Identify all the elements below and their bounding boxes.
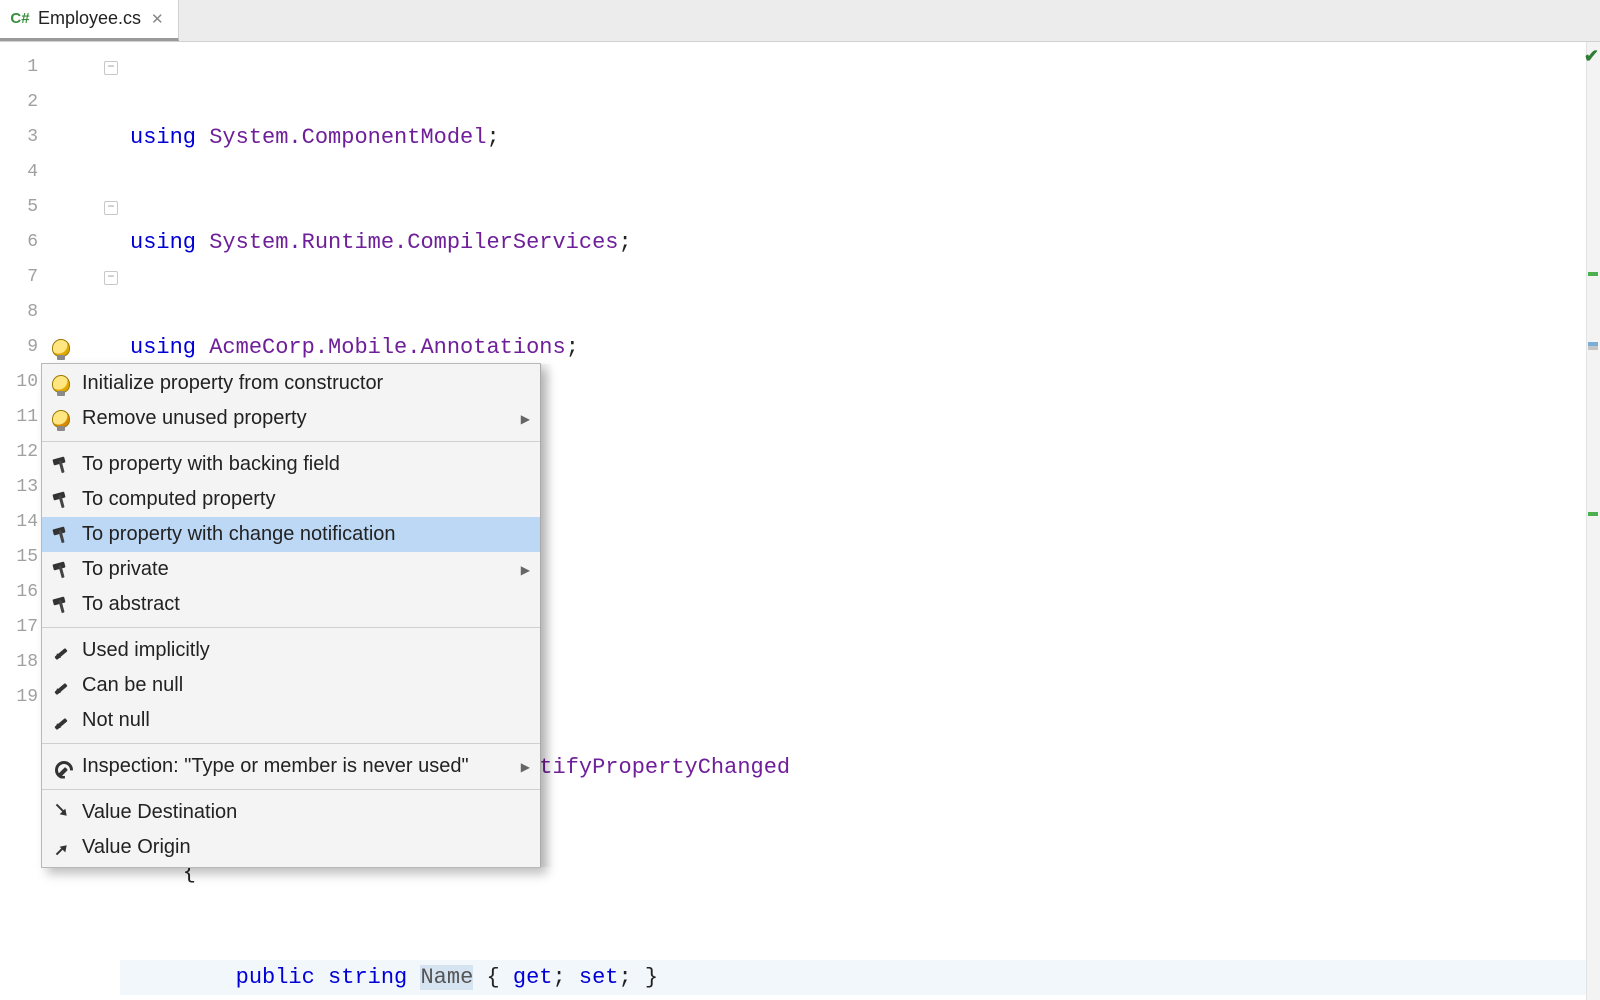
fold-toggle-icon[interactable]: −: [104, 201, 118, 215]
arrow-down-right-icon: [52, 804, 70, 822]
line-number[interactable]: 4: [0, 155, 46, 190]
menu-item[interactable]: Not null: [42, 703, 540, 738]
submenu-indicator-icon: [521, 760, 530, 774]
menu-separator: [42, 627, 540, 628]
pencil-icon: [52, 677, 70, 695]
fold-toggle-icon[interactable]: −: [104, 271, 118, 285]
menu-item-label: To abstract: [82, 593, 180, 616]
keyword: set: [579, 965, 619, 990]
menu-item[interactable]: To abstract: [42, 587, 540, 622]
hammer-icon: [52, 526, 70, 544]
namespace: System.ComponentModel: [209, 125, 486, 150]
line-number[interactable]: 17: [0, 610, 46, 645]
menu-item[interactable]: Initialize property from constructor: [42, 366, 540, 401]
menu-item-label: Value Destination: [82, 801, 237, 824]
quick-actions-menu: Initialize property from constructor Remo…: [41, 363, 541, 868]
lightbulb-icon: [52, 375, 70, 393]
punct: ;: [619, 965, 645, 990]
line-number[interactable]: 8: [0, 295, 46, 330]
menu-item[interactable]: Remove unused property: [42, 401, 540, 436]
menu-separator: [42, 789, 540, 790]
menu-item[interactable]: To property with backing field: [42, 447, 540, 482]
menu-item[interactable]: Inspection: "Type or member is never use…: [42, 749, 540, 784]
line-number[interactable]: 7: [0, 260, 46, 295]
menu-item-label: Value Origin: [82, 836, 191, 859]
menu-item[interactable]: Value Destination: [42, 795, 540, 830]
menu-item[interactable]: Used implicitly: [42, 633, 540, 668]
wrench-icon: [52, 758, 70, 776]
selected-identifier: Name: [420, 965, 473, 990]
menu-item-label: Not null: [82, 709, 150, 732]
menu-item-label: Inspection: "Type or member is never use…: [82, 755, 469, 778]
close-tab-button[interactable]: ✕: [149, 10, 166, 28]
line-number[interactable]: 9: [0, 330, 46, 365]
fold-toggle-icon[interactable]: −: [104, 61, 118, 75]
punct: ;: [486, 125, 499, 150]
line-number[interactable]: 14: [0, 505, 46, 540]
marker-strip[interactable]: ✔: [1586, 42, 1600, 1000]
tab-bar: C# Employee.cs ✕: [0, 0, 1600, 42]
menu-separator: [42, 441, 540, 442]
menu-separator: [42, 743, 540, 744]
line-number[interactable]: 1: [0, 50, 46, 85]
analysis-ok-icon: ✔: [1584, 46, 1599, 67]
file-name-label: Employee.cs: [38, 8, 141, 29]
punct: {: [473, 965, 513, 990]
line-number[interactable]: 12: [0, 435, 46, 470]
line-number[interactable]: 6: [0, 225, 46, 260]
namespace: System.Runtime.CompilerServices: [209, 230, 618, 255]
menu-item-label: Used implicitly: [82, 639, 210, 662]
keyword: public: [236, 965, 315, 990]
marker[interactable]: [1588, 272, 1598, 276]
line-number[interactable]: 19: [0, 680, 46, 715]
menu-item-label: To private: [82, 558, 169, 581]
punct: ;: [566, 335, 579, 360]
csharp-file-icon: C#: [10, 9, 30, 29]
punct: ;: [619, 230, 632, 255]
arrow-up-right-icon: [52, 839, 70, 857]
line-number[interactable]: 16: [0, 575, 46, 610]
menu-item[interactable]: To computed property: [42, 482, 540, 517]
line-number[interactable]: 3: [0, 120, 46, 155]
line-number[interactable]: 13: [0, 470, 46, 505]
hammer-icon: [52, 596, 70, 614]
line-number[interactable]: 5: [0, 190, 46, 225]
keyword: using: [130, 335, 196, 360]
keyword: using: [130, 125, 196, 150]
punct: }: [645, 965, 658, 990]
hammer-icon: [52, 561, 70, 579]
menu-item-label: Can be null: [82, 674, 183, 697]
menu-item[interactable]: To private: [42, 552, 540, 587]
lightbulb-icon[interactable]: [52, 339, 70, 357]
keyword: get: [513, 965, 553, 990]
hammer-icon: [52, 491, 70, 509]
line-number[interactable]: 11: [0, 400, 46, 435]
line-number[interactable]: 18: [0, 645, 46, 680]
menu-item-label: To property with change notification: [82, 523, 396, 546]
menu-item-label: Remove unused property: [82, 407, 307, 430]
submenu-indicator-icon: [521, 412, 530, 426]
menu-item[interactable]: Value Origin: [42, 830, 540, 865]
line-number[interactable]: 15: [0, 540, 46, 575]
menu-item-label: To computed property: [82, 488, 275, 511]
lightbulb-warning-icon: [52, 410, 70, 428]
line-number[interactable]: 10: [0, 365, 46, 400]
menu-item-label: Initialize property from constructor: [82, 372, 383, 395]
marker[interactable]: [1588, 346, 1598, 350]
line-number-gutter: 1 2 3 4 5 6 7 8 9 10 11 12 13 14 15 16 1…: [0, 42, 46, 1000]
menu-item-label: To property with backing field: [82, 453, 340, 476]
keyword: using: [130, 230, 196, 255]
punct: ;: [553, 965, 579, 990]
marker[interactable]: [1588, 512, 1598, 516]
line-number[interactable]: 2: [0, 85, 46, 120]
file-tab[interactable]: C# Employee.cs ✕: [0, 0, 179, 41]
pencil-icon: [52, 712, 70, 730]
submenu-indicator-icon: [521, 563, 530, 577]
type: string: [328, 965, 407, 990]
menu-item[interactable]: To property with change notification: [42, 517, 540, 552]
hammer-icon: [52, 456, 70, 474]
menu-item[interactable]: Can be null: [42, 668, 540, 703]
pencil-icon: [52, 642, 70, 660]
namespace: AcmeCorp.Mobile.Annotations: [209, 335, 565, 360]
